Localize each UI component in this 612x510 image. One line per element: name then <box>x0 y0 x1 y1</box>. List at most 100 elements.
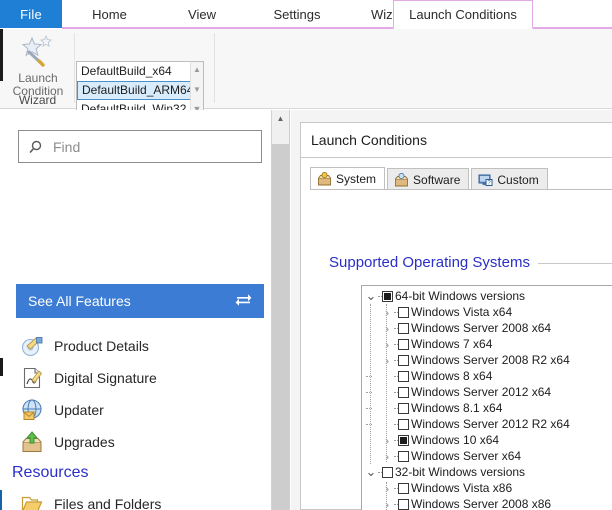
scrollbar-thumb[interactable] <box>272 144 289 510</box>
sidebar-item-label: Updater <box>54 402 104 418</box>
chevron-down-icon[interactable]: ⌄ <box>364 464 378 480</box>
see-all-features-label: See All Features <box>28 293 131 309</box>
sidebar-item-label: Digital Signature <box>54 370 157 386</box>
software-box-icon <box>394 173 409 187</box>
ribbon-tab-launch-conditions-label: Launch Conditions <box>409 7 517 22</box>
sidebar-scrollbar[interactable]: ▲ <box>272 110 290 510</box>
checkbox-unchecked[interactable] <box>398 499 409 510</box>
chevron-right-icon[interactable]: › <box>380 480 394 496</box>
sidebar-item-product-details[interactable]: Product Details <box>0 330 272 362</box>
tree-node[interactable]: ⌄64-bit Windows versions <box>362 288 612 304</box>
ribbon-tab-view[interactable]: View <box>157 0 247 28</box>
tree-leaf-connector <box>380 384 394 400</box>
scroll-down-icon[interactable]: ▼ <box>191 83 203 96</box>
build-list-item-selected[interactable]: DefaultBuild_ARM64 <box>77 81 203 100</box>
tree-node[interactable]: ›Windows 10 x64 <box>362 432 612 448</box>
scroll-up-icon[interactable]: ▲ <box>272 110 289 127</box>
tree-node[interactable]: › Windows 7 x64 <box>362 336 612 352</box>
sidebar-item-files-and-folders[interactable]: Files and Folders <box>0 488 272 510</box>
checkbox-unchecked[interactable] <box>398 403 409 414</box>
ribbon-group-wizard: Launch Condition Wizard <box>0 29 75 109</box>
tab-custom[interactable]: ? Custom <box>471 168 547 190</box>
tree-node-label: Windows 8.1 x64 <box>411 401 502 415</box>
tree-node-label: Windows Server 2008 x86 <box>411 497 551 510</box>
tree-node-label: Windows Server 2008 R2 x64 <box>411 353 570 367</box>
see-all-features-button[interactable]: See All Features <box>16 284 264 318</box>
checkbox-unchecked[interactable] <box>398 307 409 318</box>
checkbox-unchecked[interactable] <box>398 483 409 494</box>
application-window: File Home View Settings Wizards Launch C… <box>0 0 612 510</box>
tree-node-label: Windows Server 2008 x64 <box>411 321 551 335</box>
scroll-up-icon[interactable]: ▲ <box>191 63 203 76</box>
disc-pencil-icon <box>20 334 44 358</box>
tree-node[interactable]: › Windows Server 2008 x86 <box>362 496 612 510</box>
system-box-icon <box>317 172 332 186</box>
chevron-right-icon[interactable]: › <box>380 496 394 510</box>
globe-update-icon <box>20 398 44 422</box>
build-list-item[interactable]: DefaultBuild_x64 <box>77 62 203 81</box>
chevron-right-icon[interactable]: › <box>380 320 394 336</box>
ribbon-group-wizard-label: Wizard <box>0 93 75 107</box>
tree-node[interactable]: Windows 8 x64 <box>362 368 612 384</box>
tab-custom-label: Custom <box>497 173 538 187</box>
sidebar-item-label: Files and Folders <box>54 496 161 510</box>
chevron-right-icon[interactable]: › <box>380 432 394 448</box>
tree-node[interactable]: Windows 8.1 x64 <box>362 400 612 416</box>
chevron-right-icon[interactable]: › <box>380 336 394 352</box>
sidebar-item-updater[interactable]: Updater <box>0 394 272 426</box>
search-input-placeholder[interactable]: Find <box>53 139 80 155</box>
tree-node[interactable]: ⌄ 32-bit Windows versions <box>362 464 612 480</box>
ribbon-tab-settings[interactable]: Settings <box>247 0 347 28</box>
swap-arrows-icon <box>235 292 252 310</box>
checkbox-indeterminate[interactable] <box>398 435 409 446</box>
tree-node[interactable]: Windows Server 2012 R2 x64 <box>362 416 612 432</box>
ribbon-tab-home[interactable]: Home <box>62 0 157 28</box>
sidebar-section-resources-label: Resources <box>12 464 88 482</box>
sidebar-left-accent-mark <box>0 358 3 376</box>
main-panel: Launch Conditions System <box>291 110 612 510</box>
tree-node-label: Windows Server 2012 x64 <box>411 385 551 399</box>
checkbox-unchecked[interactable] <box>398 451 409 462</box>
panel-tabs-underline <box>310 189 612 190</box>
sidebar-item-digital-signature[interactable]: Digital Signature <box>0 362 272 394</box>
checkbox-unchecked[interactable] <box>398 419 409 430</box>
tree-node[interactable]: ›Windows Vista x64 <box>362 304 612 320</box>
chevron-down-icon[interactable]: ⌄ <box>364 288 378 304</box>
tree-node[interactable]: ›Windows Vista x86 <box>362 480 612 496</box>
checkbox-unchecked[interactable] <box>398 387 409 398</box>
tree-node[interactable]: › Windows Server 2008 R2 x64 <box>362 352 612 368</box>
tree-node-label: Windows Server 2012 R2 x64 <box>411 417 570 431</box>
ribbon-tab-view-label: View <box>188 7 216 22</box>
tree-node-label: Windows 7 x64 <box>411 337 492 351</box>
tab-system-label: System <box>336 172 376 186</box>
ribbon-left-accent <box>0 29 3 81</box>
tree-guide-line <box>386 482 387 510</box>
magic-wand-icon <box>18 35 58 71</box>
chevron-right-icon[interactable]: › <box>380 304 394 320</box>
sidebar-item-upgrades[interactable]: Upgrades <box>0 426 272 458</box>
checkbox-unchecked[interactable] <box>398 371 409 382</box>
page-title: Launch Conditions <box>311 132 427 148</box>
checkbox-unchecked[interactable] <box>398 355 409 366</box>
os-tree[interactable]: ⌄64-bit Windows versions›Windows Vista x… <box>361 285 612 510</box>
tree-node[interactable]: Windows Server 2012 x64 <box>362 384 612 400</box>
ribbon-group-separator-2 <box>214 33 215 103</box>
tree-node-label: Windows Server x64 <box>411 449 521 463</box>
ribbon-tab-file[interactable]: File <box>0 0 62 28</box>
chevron-right-icon[interactable]: › <box>380 448 394 464</box>
chevron-right-icon[interactable]: › <box>380 352 394 368</box>
panel-header: Launch Conditions <box>300 122 612 158</box>
custom-monitor-icon: ? <box>478 173 493 187</box>
checkbox-indeterminate[interactable] <box>382 291 393 302</box>
checkbox-unchecked[interactable] <box>398 323 409 334</box>
checkbox-unchecked[interactable] <box>398 339 409 350</box>
tree-node-label: 32-bit Windows versions <box>395 465 525 479</box>
ribbon-tab-launch-conditions[interactable]: Launch Conditions <box>393 0 533 29</box>
build-list-item-label: DefaultBuild_ARM64 <box>82 83 193 97</box>
tab-system[interactable]: System <box>310 167 385 190</box>
checkbox-unchecked[interactable] <box>382 467 393 478</box>
search-box[interactable]: Find <box>18 130 262 163</box>
tab-software[interactable]: Software <box>387 168 469 190</box>
tree-node[interactable]: › Windows Server x64 <box>362 448 612 464</box>
tree-node[interactable]: › Windows Server 2008 x64 <box>362 320 612 336</box>
